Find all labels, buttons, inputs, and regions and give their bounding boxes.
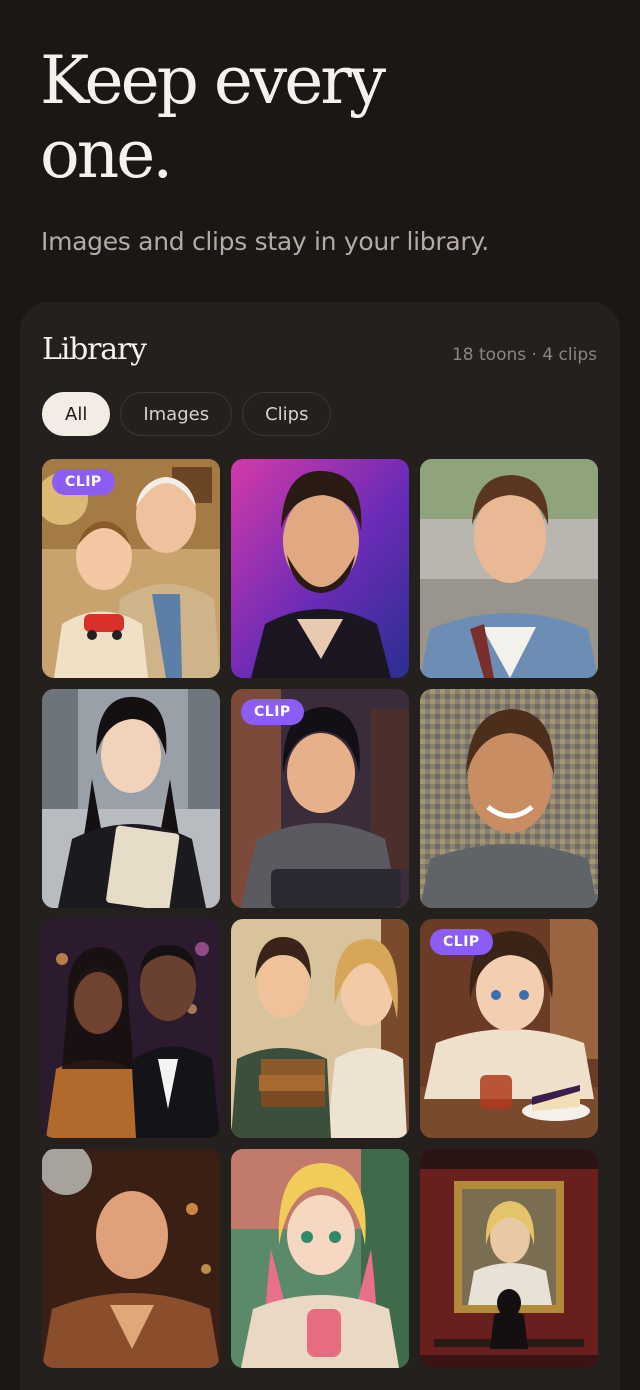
thumbnail-image	[42, 689, 220, 908]
thumbnail-image	[42, 1149, 220, 1368]
library-item-toon-boy-tea[interactable]: CLIP	[420, 919, 598, 1138]
clip-badge: CLIP	[52, 469, 115, 495]
thumbnail-image	[231, 459, 409, 678]
clip-badge: CLIP	[430, 929, 493, 955]
library-item-city-woman[interactable]	[42, 689, 220, 908]
thumbnail-image	[42, 919, 220, 1138]
thumbnail-image	[231, 1149, 409, 1368]
library-card: Library 18 toons · 4 clips All Images Cl…	[20, 302, 620, 1390]
clip-badge: CLIP	[241, 699, 304, 725]
thumbnail-image	[420, 689, 598, 908]
library-item-grandfather-toddler[interactable]: CLIP	[42, 459, 220, 678]
library-item-mosaic-portrait[interactable]	[420, 689, 598, 908]
library-item-denim-jacket[interactable]	[420, 459, 598, 678]
filter-all-chip[interactable]: All	[42, 392, 111, 436]
library-title: Library	[42, 332, 147, 367]
library-count: 18 toons · 4 clips	[451, 345, 597, 365]
filter-images-chip[interactable]: Images	[120, 392, 233, 436]
library-item-anime-boy[interactable]: CLIP	[231, 689, 409, 908]
headline: Keep every one.	[40, 44, 600, 192]
library-item-books-couple[interactable]	[231, 919, 409, 1138]
thumbnail-image	[231, 919, 409, 1138]
filter-chips: All Images Clips	[42, 392, 332, 436]
library-item-evening-couple[interactable]	[42, 919, 220, 1138]
headline-line-1: Keep every	[40, 42, 386, 119]
library-item-anime-girl[interactable]	[231, 1149, 409, 1368]
library-grid: CLIP CLIP CLIP	[42, 459, 598, 1368]
headline-line-2: one.	[40, 116, 173, 193]
library-item-neon-portrait[interactable]	[231, 459, 409, 678]
library-item-gallery[interactable]	[420, 1149, 598, 1368]
filter-clips-chip[interactable]: Clips	[242, 392, 332, 436]
thumbnail-image	[420, 459, 598, 678]
thumbnail-image	[420, 1149, 598, 1368]
subheadline: Images and clips stay in your library.	[41, 227, 489, 256]
library-item-disco-man[interactable]	[42, 1149, 220, 1368]
